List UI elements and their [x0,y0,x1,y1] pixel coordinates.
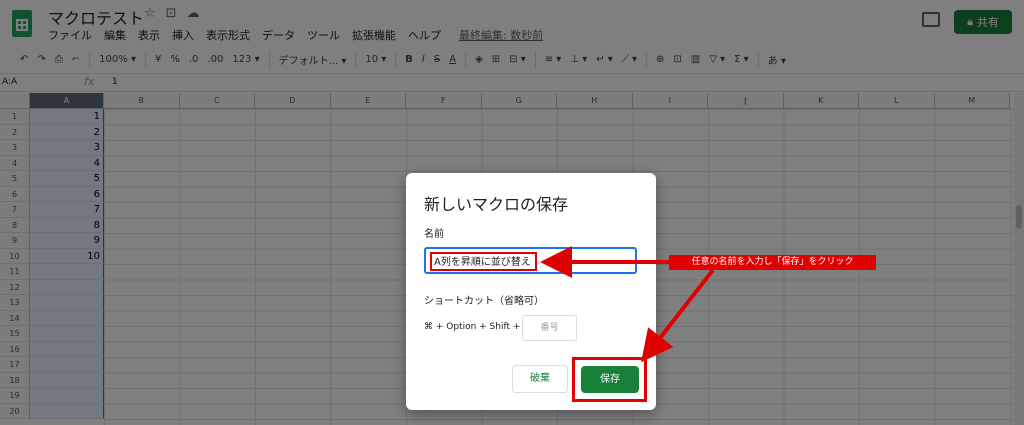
shortcut-number-input[interactable]: 番号 [522,315,577,341]
shortcut-label: ショートカット（省略可） [424,296,544,307]
save-highlight-box: 保存 [572,357,647,402]
macro-name-input[interactable]: A列を昇順に並び替え [424,247,637,274]
dialog-title: 新しいマクロの保存 [424,195,569,214]
shortcut-combo-text: ⌘ + Option + Shift + [424,322,521,332]
save-macro-dialog: 新しいマクロの保存 名前 A列を昇順に並び替え ショートカット（省略可） ⌘ +… [406,173,656,410]
annotation-callout: 任意の名前を入力し「保存」をクリック [669,255,876,270]
name-label: 名前 [424,229,444,240]
save-button[interactable]: 保存 [581,366,639,393]
macro-name-value: A列を昇順に並び替え [430,252,537,271]
discard-button[interactable]: 破棄 [512,365,568,393]
